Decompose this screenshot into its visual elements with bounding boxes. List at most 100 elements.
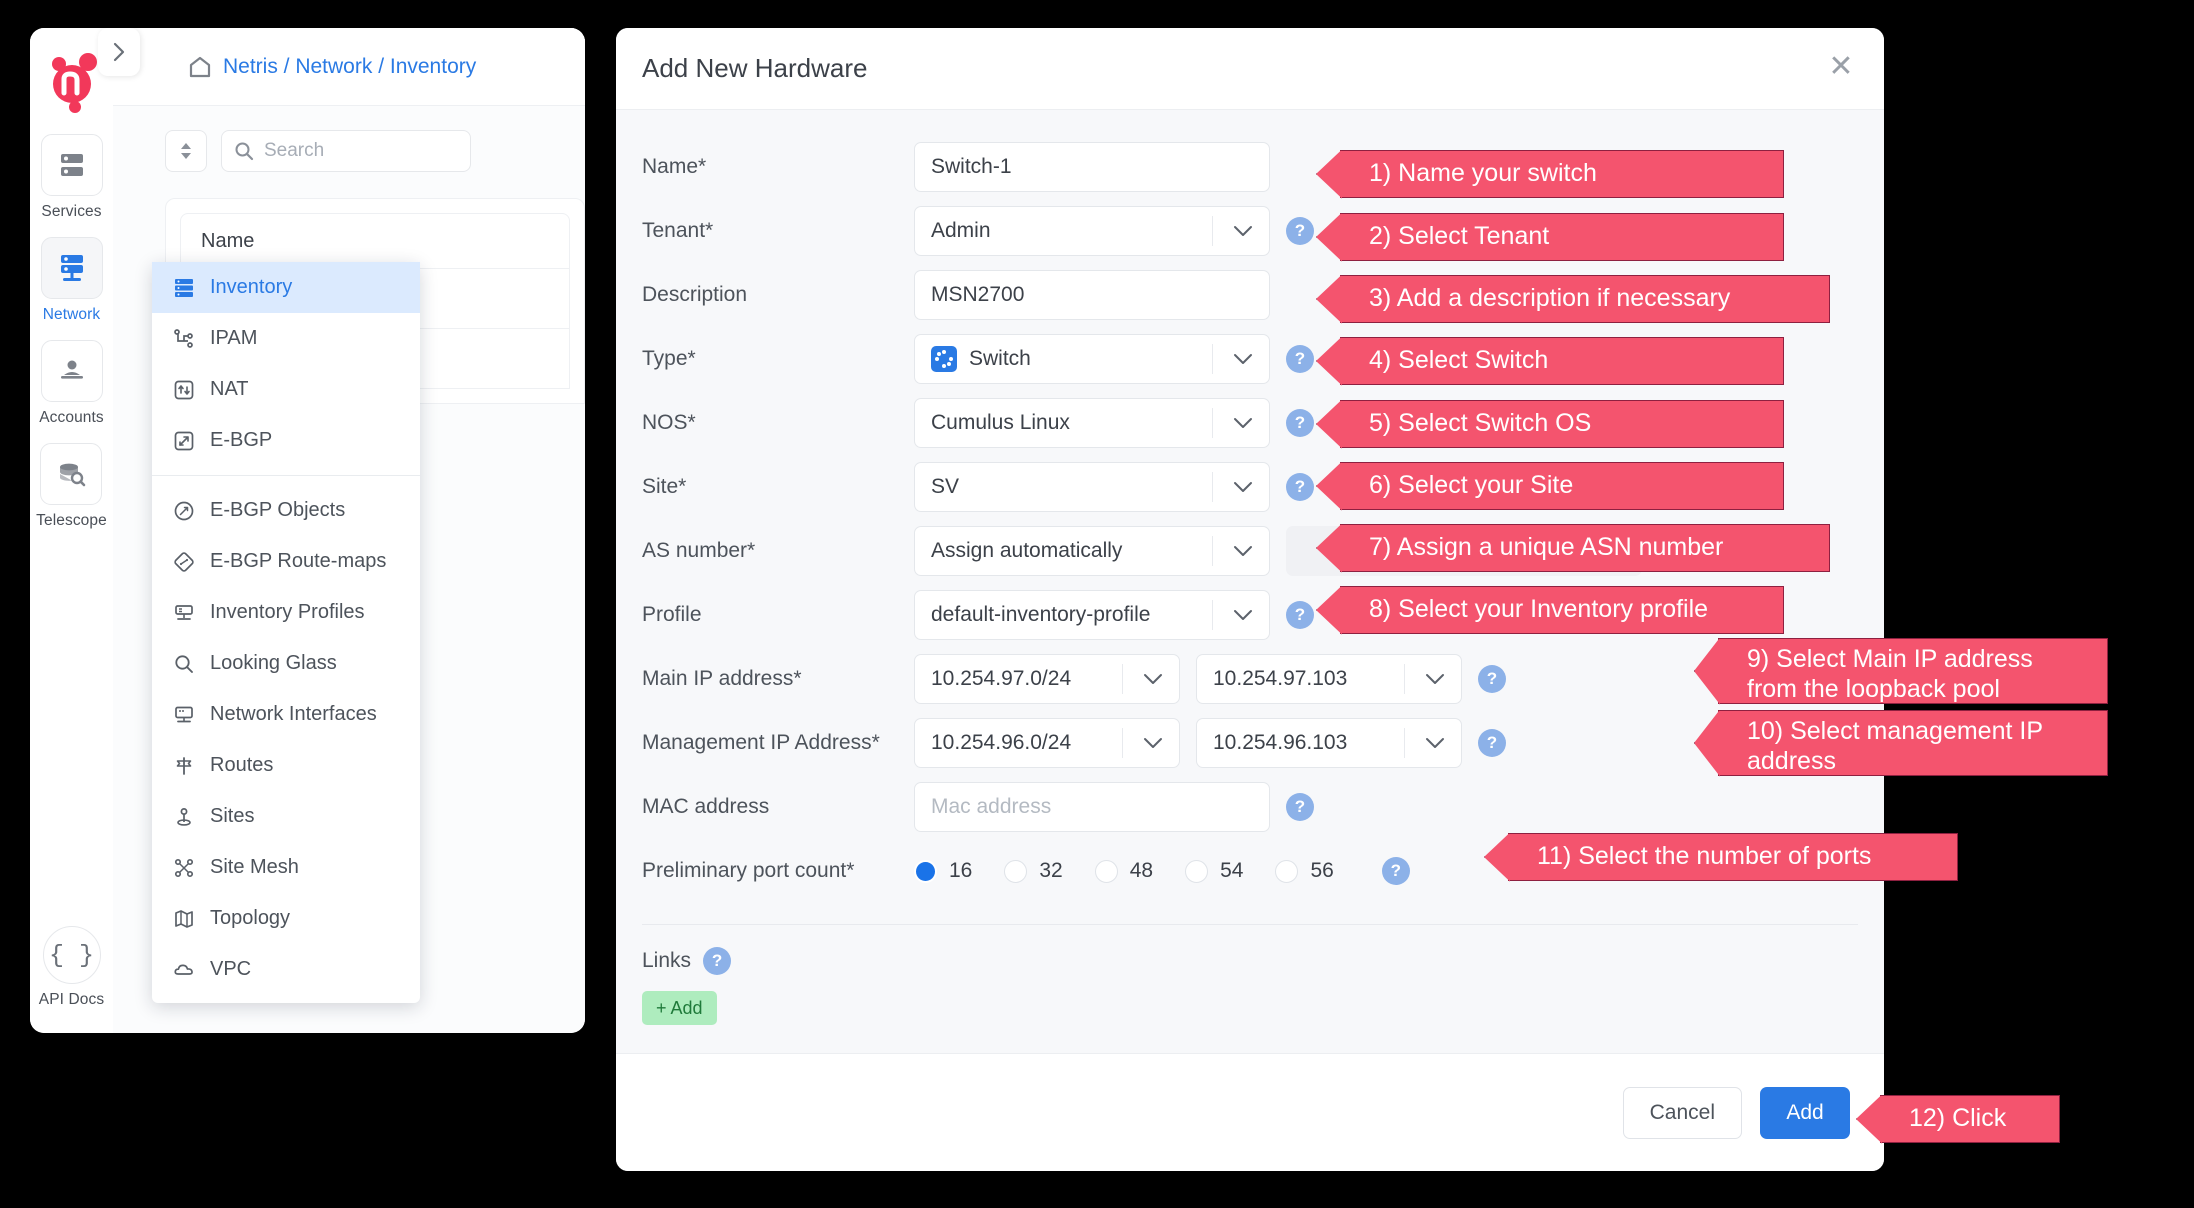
type-select[interactable]: Switch <box>914 334 1270 384</box>
main-ip-address-select[interactable]: 10.254.97.103 <box>1196 654 1462 704</box>
modal-title: Add New Hardware <box>642 53 867 84</box>
breadcrumb[interactable]: Netris / Network / Inventory <box>187 54 476 80</box>
callout-12: 12) Click <box>1880 1095 2060 1143</box>
rail-label-telescope: Telescope <box>36 512 107 530</box>
port-count-option-56[interactable]: 56 <box>1275 859 1333 883</box>
callout-3: 3) Add a description if necessary <box>1340 275 1830 323</box>
flyout-item-inventory[interactable]: Inventory <box>152 262 420 313</box>
chevron-down-icon <box>1233 475 1253 499</box>
home-icon <box>187 54 213 80</box>
flyout-label: E-BGP Route-maps <box>210 550 386 573</box>
help-icon[interactable]: ? <box>1382 857 1410 885</box>
flyout-item-e-bgp-objects[interactable]: E-BGP Objects <box>152 485 420 536</box>
callout-6: 6) Select your Site <box>1340 462 1784 510</box>
flyout-separator <box>152 475 420 476</box>
flyout-item-e-bgp[interactable]: E-BGP <box>152 415 420 466</box>
rail-item-telescope[interactable]: Telescope <box>36 443 107 530</box>
sort-button[interactable] <box>165 130 207 172</box>
help-icon[interactable]: ? <box>1286 217 1314 245</box>
cancel-button[interactable]: Cancel <box>1623 1087 1742 1139</box>
port-count-option-32[interactable]: 32 <box>1004 859 1062 883</box>
flyout-item-topology[interactable]: Topology <box>152 893 420 944</box>
flyout-item-sites[interactable]: Sites <box>152 791 420 842</box>
select-divider <box>1122 728 1123 758</box>
name-input[interactable]: Switch-1 <box>914 142 1270 192</box>
ebgp-objects-circle-icon <box>172 499 196 523</box>
field-label-as-number: AS number* <box>642 539 914 563</box>
flyout-item-inventory-profiles[interactable]: Inventory Profiles <box>152 587 420 638</box>
left-rail: Services Network <box>30 28 113 1033</box>
flyout-item-network-interfaces[interactable]: Network Interfaces <box>152 689 420 740</box>
flyout-item-vpc[interactable]: VPC <box>152 944 420 995</box>
main-ip-subnet-select[interactable]: 10.254.97.0/24 <box>914 654 1180 704</box>
help-icon[interactable]: ? <box>703 947 731 975</box>
rail-item-accounts[interactable]: Accounts <box>39 340 104 427</box>
chevron-down-icon <box>1233 603 1253 627</box>
links-add-button[interactable]: + Add <box>642 991 717 1025</box>
rail-box-accounts <box>41 340 103 402</box>
rail-label-services: Services <box>41 203 101 221</box>
flyout-label: VPC <box>210 958 251 981</box>
nos-select[interactable]: Cumulus Linux <box>914 398 1270 448</box>
radio-dot <box>1185 860 1208 883</box>
rail-box-network <box>41 237 103 299</box>
chevron-down-icon <box>1233 411 1253 435</box>
radio-dot <box>1004 860 1027 883</box>
tenant-select[interactable]: Admin <box>914 206 1270 256</box>
flyout-label: E-BGP <box>210 429 272 452</box>
select-divider <box>1212 600 1213 630</box>
help-icon[interactable]: ? <box>1286 601 1314 629</box>
main-ip-address-value: 10.254.97.103 <box>1213 667 1347 691</box>
help-icon[interactable]: ? <box>1286 345 1314 373</box>
topology-map-icon <box>172 907 196 931</box>
looking-glass-magnifier-icon <box>172 652 196 676</box>
profile-value: default-inventory-profile <box>931 603 1150 627</box>
sidebar-collapse-button[interactable] <box>98 28 140 76</box>
flyout-item-e-bgp-route-maps[interactable]: E-BGP Route-maps <box>152 536 420 587</box>
site-select[interactable]: SV <box>914 462 1270 512</box>
flyout-item-site-mesh[interactable]: Site Mesh <box>152 842 420 893</box>
as-number-select[interactable]: Assign automatically <box>914 526 1270 576</box>
port-count-option-16[interactable]: 16 <box>914 859 972 883</box>
links-title: Links <box>642 949 691 973</box>
mgmt-ip-subnet-select[interactable]: 10.254.96.0/24 <box>914 718 1180 768</box>
select-divider <box>1122 664 1123 694</box>
flyout-item-nat[interactable]: NAT <box>152 364 420 415</box>
mac-address-input[interactable]: Mac address <box>914 782 1270 832</box>
description-input[interactable]: MSN2700 <box>914 270 1270 320</box>
radio-label: 56 <box>1310 859 1333 883</box>
port-count-option-48[interactable]: 48 <box>1095 859 1153 883</box>
field-row-mgmt-ip: Management IP Address* 10.254.96.0/24 10… <box>642 712 1858 774</box>
flyout-item-ipam[interactable]: IPAM <box>152 313 420 364</box>
field-label-mgmt-ip: Management IP Address* <box>642 731 914 755</box>
section-divider <box>642 924 1858 925</box>
search-icon <box>234 141 254 161</box>
help-icon[interactable]: ? <box>1478 665 1506 693</box>
profile-select[interactable]: default-inventory-profile <box>914 590 1270 640</box>
help-icon[interactable]: ? <box>1286 793 1314 821</box>
rail-item-network[interactable]: Network <box>41 237 103 324</box>
flyout-item-looking-glass[interactable]: Looking Glass <box>152 638 420 689</box>
search-input[interactable]: Search <box>221 130 471 172</box>
add-button[interactable]: Add <box>1760 1087 1850 1139</box>
chevron-down-icon <box>1425 731 1445 755</box>
help-icon[interactable]: ? <box>1286 473 1314 501</box>
field-label-profile: Profile <box>642 603 914 627</box>
radio-dot <box>1095 860 1118 883</box>
close-icon[interactable]: ✕ <box>1824 50 1858 84</box>
help-icon[interactable]: ? <box>1478 729 1506 757</box>
breadcrumb-text[interactable]: Netris / Network / Inventory <box>223 55 476 79</box>
help-icon[interactable]: ? <box>1286 409 1314 437</box>
select-divider <box>1212 536 1213 566</box>
flyout-label: Topology <box>210 907 290 930</box>
mgmt-ip-address-select[interactable]: 10.254.96.103 <box>1196 718 1462 768</box>
rail-box-services <box>41 134 103 196</box>
netris-logo[interactable] <box>36 46 108 118</box>
port-count-option-54[interactable]: 54 <box>1185 859 1243 883</box>
flyout-item-routes[interactable]: Routes <box>152 740 420 791</box>
rail-item-api-docs[interactable]: { } API Docs <box>39 926 104 1009</box>
port-count-radio-group: 16 32 48 54 <box>914 859 1366 883</box>
site-value: SV <box>931 475 959 499</box>
rail-item-services[interactable]: Services <box>41 134 103 221</box>
radio-label: 16 <box>949 859 972 883</box>
